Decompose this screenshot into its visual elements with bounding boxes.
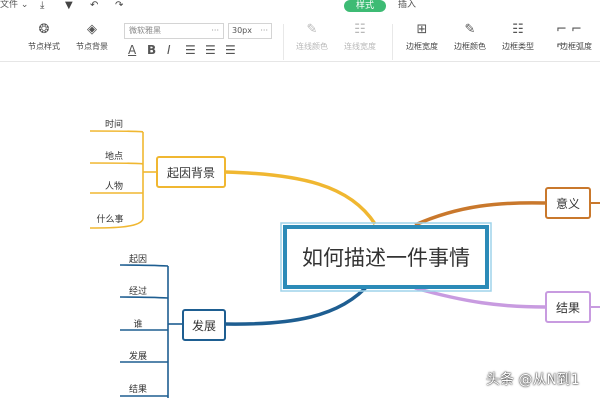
central-node-label: 如何描述一件事情 xyxy=(302,246,470,270)
branch-node-label: 起因背景 xyxy=(167,166,215,180)
branch-node-label: 结果 xyxy=(556,301,580,315)
child-node-label: 时间 xyxy=(105,118,123,130)
watermark: 头条 @从N到1 xyxy=(486,372,580,388)
branch-node-label: 意义 xyxy=(556,196,580,211)
branch-node-background[interactable]: 起因背景 xyxy=(156,156,226,188)
connector-line xyxy=(224,170,377,225)
child-node[interactable]: 谁 xyxy=(133,319,142,330)
child-node-label: 起因 xyxy=(129,254,147,265)
child-node-label: 发展 xyxy=(129,350,147,362)
child-node[interactable]: 人物 xyxy=(105,180,123,192)
child-node-label: 经过 xyxy=(129,285,147,297)
connector-line xyxy=(224,281,372,326)
branch-node-meaning[interactable]: 意义 xyxy=(545,187,591,219)
mindmap-canvas: 时间 地点 人物 什么事 起因 经过 谁 发展 结果 起因背景 发展 意义 结果… xyxy=(89,118,600,398)
central-node[interactable]: 如何描述一件事情 xyxy=(280,222,492,292)
child-node[interactable]: 结果 xyxy=(129,383,147,395)
child-node[interactable]: 起因 xyxy=(129,254,147,265)
branch-bracket xyxy=(89,130,157,229)
child-node[interactable]: 时间 xyxy=(105,118,123,130)
branch-node-development[interactable]: 发展 xyxy=(182,309,226,341)
child-node[interactable]: 发展 xyxy=(129,350,147,362)
child-node-label: 谁 xyxy=(133,319,142,330)
branch-bracket xyxy=(119,264,183,398)
child-node[interactable]: 经过 xyxy=(129,285,147,297)
branch-node-label: 发展 xyxy=(192,318,216,333)
child-node-label: 地点 xyxy=(105,150,123,162)
child-node-label: 人物 xyxy=(105,180,123,192)
child-node[interactable]: 地点 xyxy=(105,150,123,162)
child-node[interactable]: 什么事 xyxy=(96,213,123,225)
connector-line xyxy=(414,201,546,227)
child-node-label: 结果 xyxy=(129,383,147,395)
branch-node-result[interactable]: 结果 xyxy=(545,291,591,323)
child-node-label: 什么事 xyxy=(96,213,123,225)
